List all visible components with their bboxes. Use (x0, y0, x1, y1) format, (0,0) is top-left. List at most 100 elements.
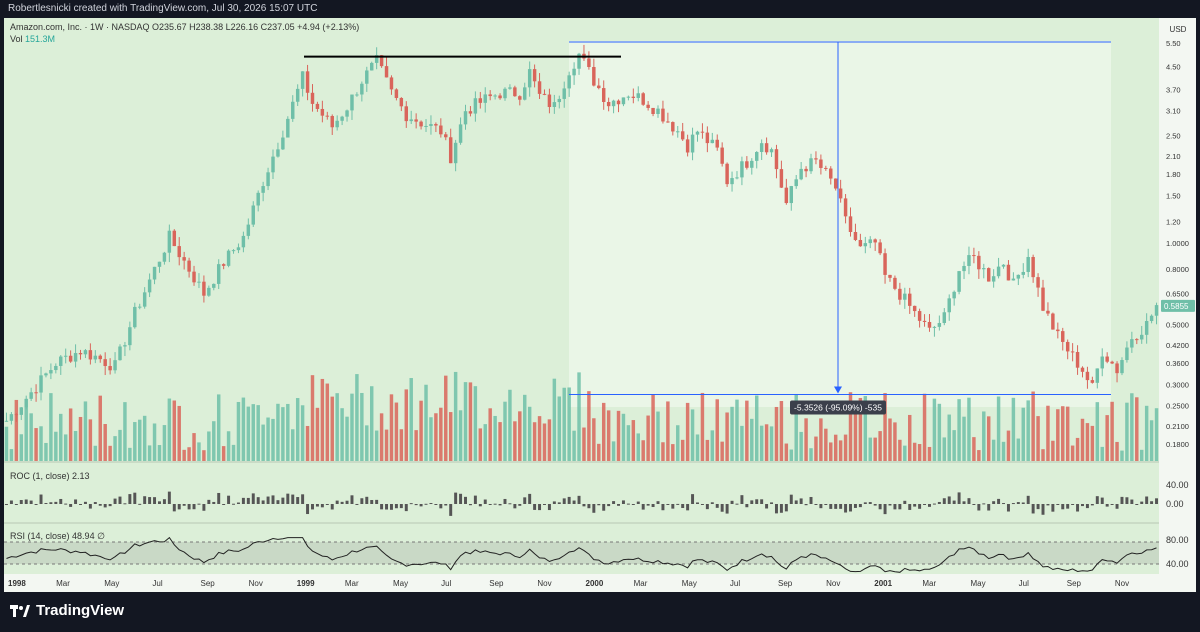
roc-bar (404, 504, 408, 512)
volume-bar (868, 437, 872, 461)
candle-body (389, 77, 394, 90)
candle-body (942, 312, 947, 324)
price-chart[interactable]: -5.3526 (-95.09%) -535 USD 5.50 4.50 3.70 3… (4, 18, 1196, 592)
candle-body (592, 67, 596, 86)
volume-bar (1051, 440, 1055, 461)
volume-bar (547, 419, 552, 461)
candle-body (932, 326, 937, 328)
roc-bar (98, 504, 102, 506)
volume-bar (88, 419, 93, 461)
candle-body (1031, 256, 1035, 278)
candle-body (1085, 371, 1090, 381)
volume-bar (666, 401, 670, 461)
volume-bar (824, 428, 828, 461)
candle-body (63, 355, 68, 357)
roc-bar (79, 504, 82, 505)
roc-bar (567, 496, 571, 504)
volume-bar (631, 420, 636, 461)
candle-body (1144, 321, 1149, 335)
roc-bar (789, 494, 793, 504)
roc-bar (962, 501, 966, 504)
candle-body (1139, 334, 1144, 340)
volume-bar (330, 396, 334, 461)
roc-bar (528, 493, 532, 504)
roc-bar (621, 500, 625, 504)
roc-bar (676, 503, 680, 505)
tradingview-logo[interactable]: TradingView (10, 602, 124, 619)
volume-bar (750, 418, 754, 461)
candle-body (1016, 274, 1021, 279)
candle-body (937, 323, 942, 327)
roc-bar (177, 504, 181, 510)
candle-body (952, 291, 956, 299)
volume-bar (157, 445, 162, 461)
roc-bar (730, 500, 734, 504)
volume-bar (448, 412, 453, 461)
candle-body (636, 93, 640, 98)
roc-bar (429, 503, 433, 505)
roc-bar (794, 500, 798, 504)
roc-bar (217, 492, 221, 504)
roc-bar (631, 504, 635, 505)
volume-bar (947, 414, 951, 461)
candle-body (1046, 310, 1050, 314)
volume-bar (286, 403, 290, 461)
volume-bar (429, 417, 433, 461)
volume-bar (789, 449, 794, 461)
rsi-band (4, 542, 1159, 564)
candle-body (863, 243, 868, 247)
candle-body (601, 88, 606, 102)
roc-bar (138, 503, 142, 505)
volume-bar (537, 416, 542, 461)
candle-body (1080, 367, 1085, 372)
volume-bar (315, 407, 320, 461)
currency-label: USD (1170, 25, 1187, 34)
roc-bar (1100, 497, 1104, 504)
candle-body (735, 177, 739, 179)
roc-bar (809, 496, 813, 504)
candle-body (300, 71, 305, 89)
candle-body (468, 111, 473, 114)
roc-bar (834, 504, 838, 509)
candle-body (19, 407, 24, 415)
volume-bar (473, 386, 478, 461)
volume-bar (952, 430, 956, 461)
price-tick-label: 2.10 (1166, 152, 1181, 161)
candle-body (1061, 331, 1065, 342)
roc-bar (246, 497, 250, 504)
candle-body (241, 235, 246, 248)
volume-bar (187, 447, 191, 461)
time-tick-label: Mar (345, 579, 359, 588)
volume-bar (1041, 449, 1045, 461)
candle-body (429, 124, 433, 126)
roc-bar (1066, 504, 1070, 509)
roc-bar (385, 504, 389, 510)
candle-body (409, 119, 413, 122)
roc-bar (760, 499, 764, 504)
candle-body (133, 306, 137, 328)
volume-bar (4, 426, 9, 461)
volume-bar (908, 414, 912, 461)
roc-bar (720, 504, 724, 512)
volume-bar (1115, 441, 1119, 461)
volume-bar (942, 437, 947, 461)
roc-bar (1110, 504, 1114, 505)
price-tick-label: 3.70 (1166, 86, 1181, 95)
candle-body (444, 134, 448, 138)
volume-bar (68, 408, 73, 461)
roc-bar (508, 503, 512, 505)
candle-body (439, 125, 443, 135)
candle-body (24, 398, 28, 408)
candle-body (256, 192, 260, 206)
roc-bar (478, 504, 482, 507)
roc-bar (330, 504, 334, 510)
candle-body (103, 359, 107, 367)
candle-body (345, 110, 349, 117)
roc-bar (1130, 499, 1134, 504)
volume-bar (409, 378, 413, 461)
volume-bar (829, 442, 833, 461)
roc-bar (849, 504, 852, 512)
roc-bar (123, 503, 127, 505)
candle-body (261, 186, 265, 193)
roc-bar (868, 502, 872, 504)
